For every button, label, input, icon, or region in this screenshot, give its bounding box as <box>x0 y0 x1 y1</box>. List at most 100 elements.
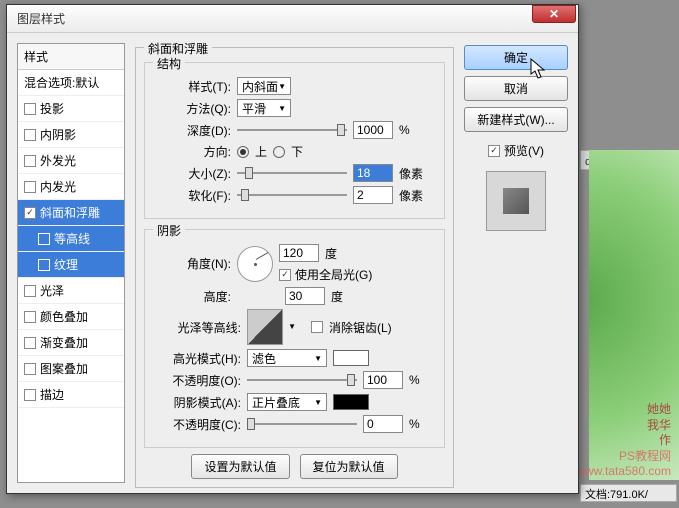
global-light-label: 使用全局光(G) <box>295 266 372 283</box>
highlight-color-swatch[interactable] <box>333 350 369 366</box>
direction-up-radio[interactable] <box>237 146 249 158</box>
sidebar-blend-options[interactable]: 混合选项:默认 <box>18 70 124 96</box>
sidebar-item-innerglow[interactable]: 内发光 <box>18 174 124 200</box>
checkbox[interactable] <box>24 155 36 167</box>
preview-thumbnail <box>486 171 546 231</box>
styles-sidebar: 样式 混合选项:默认 投影 内阴影 外发光 内发光 斜面和浮雕 等高线 纹理 光… <box>17 43 125 483</box>
chevron-down-icon: ▼ <box>288 322 296 331</box>
size-input[interactable]: 18 <box>353 164 393 182</box>
preview-label: 预览(V) <box>504 142 544 159</box>
sidebar-item-satin[interactable]: 光泽 <box>18 278 124 304</box>
style-dropdown[interactable]: 内斜面▼ <box>237 77 291 95</box>
close-button[interactable]: ✕ <box>532 5 576 23</box>
depth-input[interactable]: 1000 <box>353 121 393 139</box>
gloss-contour-picker[interactable]: ▼ <box>247 309 283 345</box>
angle-input[interactable]: 120 <box>279 244 319 262</box>
sidebar-item-coloroverlay[interactable]: 颜色叠加 <box>18 304 124 330</box>
chevron-down-icon: ▼ <box>278 104 286 113</box>
unit: % <box>409 373 420 387</box>
checkbox[interactable] <box>38 233 50 245</box>
sidebar-item-contour[interactable]: 等高线 <box>18 226 124 252</box>
shadow-color-swatch[interactable] <box>333 394 369 410</box>
depth-label: 深度(D): <box>153 122 231 139</box>
checkbox[interactable] <box>24 311 36 323</box>
shadow-mode-label: 阴影模式(A): <box>153 394 241 411</box>
chevron-down-icon: ▼ <box>314 354 322 363</box>
antialias-checkbox[interactable] <box>311 321 323 333</box>
style-label: 样式(T): <box>153 78 231 95</box>
checkbox[interactable] <box>24 363 36 375</box>
preview-checkbox[interactable] <box>488 145 500 157</box>
chevron-down-icon: ▼ <box>314 398 322 407</box>
checkbox[interactable] <box>24 181 36 193</box>
checkbox[interactable] <box>38 259 50 271</box>
gloss-contour-label: 光泽等高线: <box>153 319 241 336</box>
highlight-mode-label: 高光模式(H): <box>153 350 241 367</box>
method-label: 方法(Q): <box>153 100 231 117</box>
method-dropdown[interactable]: 平滑▼ <box>237 99 291 117</box>
titlebar[interactable]: 图层样式 ✕ <box>7 5 578 33</box>
size-unit: 像素 <box>399 165 423 182</box>
window-title: 图层样式 <box>17 10 65 27</box>
sidebar-item-bevel[interactable]: 斜面和浮雕 <box>18 200 124 226</box>
shadow-opacity-input[interactable]: 0 <box>363 415 403 433</box>
make-default-button[interactable]: 设置为默认值 <box>191 454 289 479</box>
global-light-checkbox[interactable] <box>279 269 291 281</box>
cancel-button[interactable]: 取消 <box>464 76 568 101</box>
status-bar: 文档:791.0K/ <box>580 484 677 502</box>
highlight-opacity-slider[interactable] <box>247 372 357 388</box>
sidebar-item-outerglow[interactable]: 外发光 <box>18 148 124 174</box>
sidebar-item-stroke[interactable]: 描边 <box>18 382 124 408</box>
shadow-title: 阴影 <box>153 222 185 239</box>
close-icon: ✕ <box>549 7 559 21</box>
reset-default-button[interactable]: 复位为默认值 <box>300 454 398 479</box>
altitude-label: 高度: <box>153 288 231 305</box>
sidebar-item-texture[interactable]: 纹理 <box>18 252 124 278</box>
direction-down-radio[interactable] <box>273 146 285 158</box>
right-column: 确定 取消 新建样式(W)... 预览(V) <box>464 43 568 483</box>
sidebar-item-gradientoverlay[interactable]: 渐变叠加 <box>18 330 124 356</box>
altitude-unit: 度 <box>331 288 343 305</box>
checkbox[interactable] <box>24 207 36 219</box>
soften-unit: 像素 <box>399 187 423 204</box>
sidebar-item-innershadow[interactable]: 内阴影 <box>18 122 124 148</box>
highlight-opacity-label: 不透明度(O): <box>153 372 241 389</box>
ok-button[interactable]: 确定 <box>464 45 568 70</box>
shadow-mode-dropdown[interactable]: 正片叠底▼ <box>247 393 327 411</box>
shadow-group: 阴影 角度(N): 120 度 使用全局光(G) <box>144 229 445 448</box>
checkbox[interactable] <box>24 389 36 401</box>
settings-panel: 斜面和浮雕 结构 样式(T): 内斜面▼ 方法(Q): 平滑▼ 深度(D): 1 <box>133 43 456 483</box>
sidebar-item-dropshadow[interactable]: 投影 <box>18 96 124 122</box>
depth-unit: % <box>399 123 410 137</box>
angle-label: 角度(N): <box>153 255 231 272</box>
checkbox[interactable] <box>24 337 36 349</box>
checkbox[interactable] <box>24 129 36 141</box>
sidebar-item-patternoverlay[interactable]: 图案叠加 <box>18 356 124 382</box>
size-label: 大小(Z): <box>153 165 231 182</box>
angle-dial[interactable] <box>237 246 273 282</box>
watermark: 她她 我华 作 PS教程网 www.tata580.com <box>576 402 671 480</box>
antialias-label: 消除锯齿(L) <box>329 319 392 336</box>
altitude-input[interactable]: 30 <box>285 287 325 305</box>
angle-unit: 度 <box>325 245 337 262</box>
soften-input[interactable]: 2 <box>353 186 393 204</box>
highlight-opacity-input[interactable]: 100 <box>363 371 403 389</box>
layer-style-dialog: 图层样式 ✕ 样式 混合选项:默认 投影 内阴影 外发光 内发光 斜面和浮雕 等… <box>6 4 579 494</box>
highlight-mode-dropdown[interactable]: 滤色▼ <box>247 349 327 367</box>
soften-slider[interactable] <box>237 187 347 203</box>
depth-slider[interactable] <box>237 122 347 138</box>
sidebar-head-styles[interactable]: 样式 <box>18 44 124 70</box>
direction-label: 方向: <box>153 143 231 160</box>
soften-label: 软化(F): <box>153 187 231 204</box>
checkbox[interactable] <box>24 285 36 297</box>
new-style-button[interactable]: 新建样式(W)... <box>464 107 568 132</box>
bevel-group: 斜面和浮雕 结构 样式(T): 内斜面▼ 方法(Q): 平滑▼ 深度(D): 1 <box>135 47 454 488</box>
shadow-opacity-label: 不透明度(C): <box>153 416 241 433</box>
structure-title: 结构 <box>153 55 185 72</box>
shadow-opacity-slider[interactable] <box>247 416 357 432</box>
checkbox[interactable] <box>24 103 36 115</box>
chevron-down-icon: ▼ <box>278 82 286 91</box>
size-slider[interactable] <box>237 165 347 181</box>
structure-group: 结构 样式(T): 内斜面▼ 方法(Q): 平滑▼ 深度(D): 1000 % <box>144 62 445 219</box>
unit: % <box>409 417 420 431</box>
